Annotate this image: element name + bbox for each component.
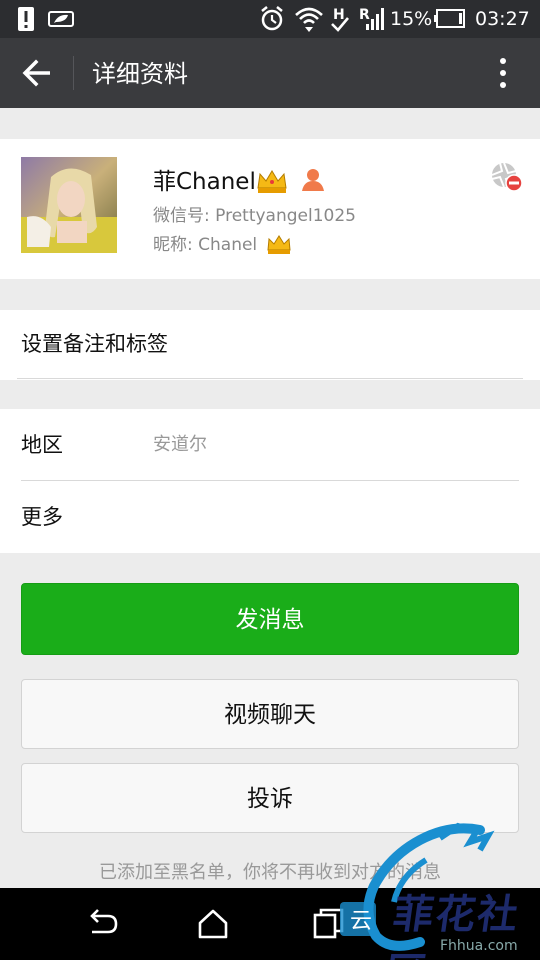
divider	[21, 480, 519, 481]
navigation-bar	[0, 888, 540, 960]
report-button[interactable]: 投诉	[21, 763, 519, 833]
blacklist-notice: 已添加至黑名单，你将不再收到对方的消息	[99, 862, 441, 883]
video-call-button[interactable]: 视频聊天	[21, 679, 519, 749]
send-message-button[interactable]: 发消息	[21, 583, 519, 655]
gender-person-icon	[302, 169, 324, 191]
more-label: 更多	[21, 505, 63, 529]
status-time: 03:27	[475, 8, 530, 30]
status-bar: H R 15% 03:27	[0, 0, 540, 38]
nav-recents-icon[interactable]	[311, 906, 347, 942]
alert-icon	[18, 7, 34, 31]
more-options-icon[interactable]	[488, 54, 518, 92]
nickname: 昵称: Chanel	[153, 235, 258, 255]
page-title: 详细资料	[92, 60, 188, 88]
crown-icon	[257, 170, 287, 193]
nav-back-icon[interactable]	[84, 906, 120, 942]
profile-card: 菲Chanel 微信号: Prettyangel1025 昵称: Chanel	[0, 139, 540, 279]
title-bar: 详细资料	[0, 38, 540, 108]
nav-home-icon[interactable]	[195, 906, 231, 942]
avatar[interactable]	[21, 157, 117, 253]
blocked-album-icon[interactable]	[490, 161, 524, 193]
region-value: 安道尔	[153, 434, 207, 455]
remark-row[interactable]: 设置备注和标签	[0, 310, 540, 380]
contact-name: 菲Chanel	[153, 169, 256, 195]
wifi-icon	[295, 7, 323, 32]
wechat-id: 微信号: Prettyangel1025	[153, 206, 356, 226]
battery-percent: 15%	[390, 8, 433, 30]
remark-label: 设置备注和标签	[21, 332, 168, 356]
network-check-icon	[331, 17, 349, 32]
battery-icon	[434, 9, 465, 28]
battery-saver-icon	[48, 11, 74, 27]
region-label: 地区	[21, 433, 63, 457]
nickname-crown-icon	[267, 235, 291, 254]
back-arrow-icon[interactable]	[18, 54, 56, 92]
alarm-icon	[261, 6, 283, 31]
signal-icon	[366, 8, 384, 30]
divider	[17, 378, 523, 379]
title-divider	[73, 56, 74, 90]
details-card: 地区 安道尔 更多	[0, 409, 540, 553]
